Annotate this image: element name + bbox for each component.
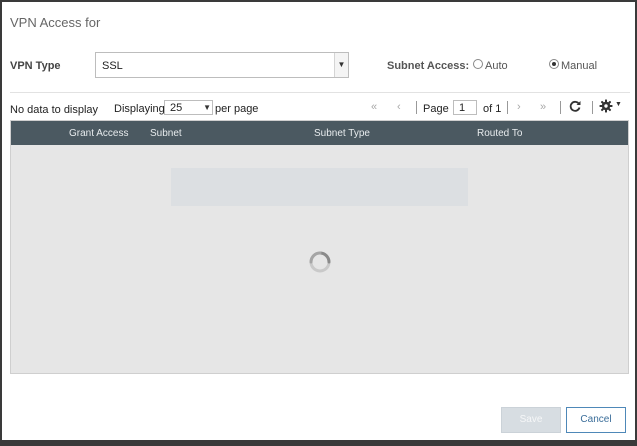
loading-spinner-icon xyxy=(309,251,331,273)
subnet-manual-radio[interactable] xyxy=(549,59,559,69)
last-page-icon[interactable]: » xyxy=(540,101,546,113)
vpn-type-label: VPN Type xyxy=(10,60,61,72)
subnet-manual-label[interactable]: Manual xyxy=(561,60,597,72)
chevron-down-icon: ▼ xyxy=(334,53,348,77)
subnet-auto-radio[interactable] xyxy=(473,59,483,69)
page-size-value: 25 xyxy=(170,102,183,114)
save-button[interactable]: Save xyxy=(501,407,561,433)
displaying-label: Displaying xyxy=(114,103,165,115)
subnet-access-label: Subnet Access: xyxy=(387,60,470,72)
vpn-access-grid: Grant Access Subnet Subnet Type Routed T… xyxy=(10,120,629,374)
grid-header: Grant Access Subnet Subnet Type Routed T… xyxy=(11,121,628,145)
separator xyxy=(507,101,508,114)
subnet-auto-label[interactable]: Auto xyxy=(485,60,508,72)
caret-down-icon[interactable]: ▼ xyxy=(615,101,622,108)
vpn-type-select[interactable]: SSL ▼ xyxy=(95,52,349,78)
page-number-value: 1 xyxy=(459,102,466,114)
cancel-button[interactable]: Cancel xyxy=(566,407,626,433)
loading-placeholder xyxy=(171,168,468,206)
separator xyxy=(416,101,417,114)
dialog-title: VPN Access for xyxy=(10,15,101,30)
page-number-input[interactable]: 1 xyxy=(453,100,477,115)
column-grant-access[interactable]: Grant Access xyxy=(69,128,128,139)
column-routed-to[interactable]: Routed To xyxy=(477,128,522,139)
divider xyxy=(10,92,630,93)
per-page-label: per page xyxy=(215,103,259,115)
column-subnet[interactable]: Subnet xyxy=(150,128,182,139)
no-data-text: No data to display xyxy=(10,104,99,116)
gear-icon[interactable] xyxy=(599,99,613,113)
separator xyxy=(560,101,561,114)
page-size-select[interactable]: 25 ▼ xyxy=(164,100,213,115)
vpn-access-dialog: VPN Access for VPN Type SSL ▼ Subnet Acc… xyxy=(2,2,635,440)
page-label: Page xyxy=(423,103,449,115)
grid-toolbar: No data to display Displaying 25 ▼ per p… xyxy=(2,98,635,118)
column-subnet-type[interactable]: Subnet Type xyxy=(314,128,370,139)
first-page-icon[interactable]: « xyxy=(371,101,377,113)
vpn-type-value: SSL xyxy=(102,60,123,72)
prev-page-icon[interactable]: ‹ xyxy=(397,101,401,113)
page-total-label: of 1 xyxy=(483,103,502,115)
vpn-settings-row: VPN Type SSL ▼ Subnet Access: Auto Manua… xyxy=(2,52,635,80)
next-page-icon[interactable]: › xyxy=(517,101,521,113)
separator xyxy=(592,101,593,114)
refresh-icon[interactable] xyxy=(568,99,582,113)
chevron-down-icon: ▼ xyxy=(203,103,211,112)
